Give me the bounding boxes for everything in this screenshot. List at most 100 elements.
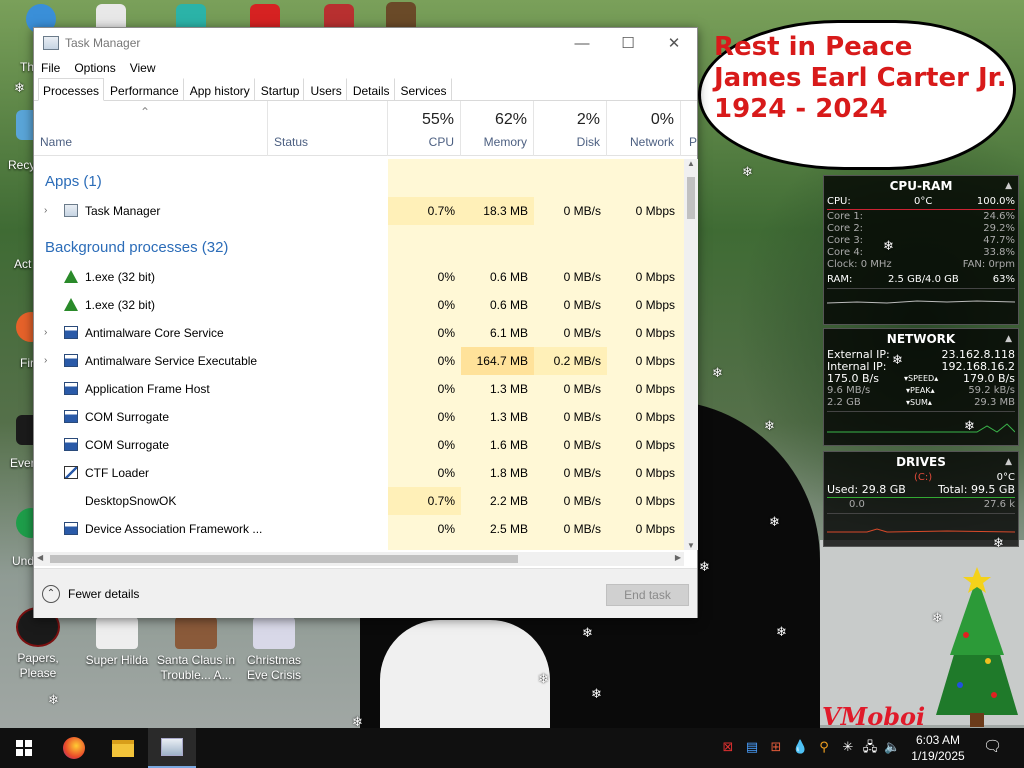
desktop-label-edge-3[interactable]: Act <box>14 257 31 271</box>
network-icon[interactable]: 🖧 <box>862 739 878 755</box>
horizontal-scrollbar[interactable]: ◀ ▶ <box>34 552 684 566</box>
process-row[interactable]: COM Surrogate 0% 1.6 MB 0 MB/s 0 Mbps <box>34 431 684 459</box>
drive-usage-bar <box>827 497 1015 498</box>
process-row[interactable]: CTF Loader 0% 1.8 MB 0 MB/s 0 Mbps <box>34 459 684 487</box>
title-bar[interactable]: Task Manager — ☐ ✕ <box>34 28 697 58</box>
process-row[interactable]: Application Frame Host 0% 1.3 MB 0 MB/s … <box>34 375 684 403</box>
process-row[interactable]: DesktopSnowOK 0.7% 2.2 MB 0 MB/s 0 Mbps <box>34 487 684 515</box>
column-status[interactable]: Status <box>268 101 388 156</box>
tab-performance[interactable]: Performance <box>105 78 184 100</box>
taskbar-file-explorer[interactable] <box>99 728 147 768</box>
service-window-icon <box>64 438 78 451</box>
fewer-details-button[interactable]: ⌃ Fewer details <box>42 585 139 603</box>
desktop-label-edge-1[interactable]: Th <box>20 60 34 74</box>
desktop-icon-papers-please[interactable]: Papers, Please <box>0 607 76 681</box>
tree-app-icon <box>64 298 78 311</box>
task-manager-window: Task Manager — ☐ ✕ File Options View Pro… <box>33 27 698 618</box>
column-cpu[interactable]: 55% CPU <box>388 101 461 156</box>
process-network: 0 Mbps <box>635 410 675 424</box>
process-row[interactable]: 1.exe (32 bit) 0% 0.6 MB 0 MB/s 0 Mbps <box>34 263 684 291</box>
taskbar-task-manager[interactable] <box>148 728 196 768</box>
process-cpu: 0% <box>437 410 455 424</box>
desktop-icon-super-hilda[interactable]: Super Hilda <box>79 617 155 668</box>
tab-processes[interactable]: Processes <box>38 78 105 101</box>
process-name: CTF Loader <box>85 466 150 480</box>
horizontal-scroll-thumb[interactable] <box>50 555 518 563</box>
maximize-button[interactable]: ☐ <box>605 28 651 58</box>
scroll-down-icon[interactable]: ▼ <box>687 541 695 550</box>
tray-monitor-icon[interactable]: ▤ <box>744 739 760 755</box>
volume-icon[interactable]: 🔈 <box>884 739 900 755</box>
tab-details[interactable]: Details <box>348 78 395 100</box>
column-network[interactable]: 0% Network <box>607 101 681 156</box>
start-button[interactable] <box>0 728 48 768</box>
column-disk[interactable]: 2% Disk <box>534 101 607 156</box>
vertical-scroll-thumb[interactable] <box>687 177 695 219</box>
clock-time: 6:03 AM <box>915 733 961 747</box>
process-network: 0 Mbps <box>635 466 675 480</box>
desktop-label-edge-6[interactable]: Und <box>12 554 34 568</box>
tab-startup[interactable]: Startup <box>256 78 305 100</box>
process-name: 1.exe (32 bit) <box>85 298 156 312</box>
end-task-button[interactable]: End task <box>606 584 689 606</box>
collapse-icon[interactable]: ▲ <box>1005 176 1012 196</box>
column-power[interactable]: P <box>681 101 699 156</box>
ctf-loader-icon <box>64 466 78 479</box>
tray-app-icon[interactable]: ⊠ <box>720 739 736 755</box>
menu-file[interactable]: File <box>41 61 60 75</box>
clock[interactable]: 6:03 AM 1/19/2025 <box>906 732 970 764</box>
taskbar-firefox[interactable] <box>50 728 98 768</box>
bubble-line-2: James Earl Carter Jr. <box>714 63 1007 93</box>
desktop-icon-label: Papers, Please <box>17 651 59 680</box>
apps-section-header[interactable]: Apps (1) <box>45 173 102 190</box>
process-network: 0 Mbps <box>635 326 675 340</box>
expand-icon[interactable]: › <box>44 347 47 375</box>
tab-users[interactable]: Users <box>305 78 347 100</box>
snowflake-icon: ❄ <box>538 671 549 686</box>
snowflake-icon: ❄ <box>776 624 787 639</box>
column-name[interactable]: Name <box>34 101 268 156</box>
process-row[interactable]: › Antimalware Core Service 0% 6.1 MB 0 M… <box>34 319 684 347</box>
column-memory[interactable]: 62% Memory <box>461 101 534 156</box>
desktop-label-edge-4[interactable]: Fir <box>20 356 34 370</box>
sum-line: 2.2 GB ▾SUM▴ 29.3 MB <box>827 397 1015 408</box>
scroll-right-icon[interactable]: ▶ <box>675 553 681 562</box>
process-name: Device Association Framework ... <box>85 522 263 536</box>
vertical-scrollbar[interactable]: ▲ ▼ <box>684 159 698 550</box>
process-row[interactable]: Device Association Framework ... 0% 2.5 … <box>34 515 684 543</box>
desktop-icon-christmas-eve-crisis[interactable]: Christmas Eve Crisis <box>235 617 313 683</box>
tab-bar: Processes Performance App history Startu… <box>34 78 697 101</box>
desktop-label-edge-2[interactable]: Recy <box>8 158 35 172</box>
scroll-up-icon[interactable]: ▲ <box>687 159 695 168</box>
tray-network-tool-icon[interactable]: ⊞ <box>768 739 784 755</box>
process-row[interactable]: › Task Manager 0.7% 18.3 MB 0 MB/s 0 Mbp… <box>34 197 684 225</box>
desktop-icon-santa-claus[interactable]: Santa Claus in Trouble... A... <box>156 617 236 683</box>
process-disk: 0 MB/s <box>563 494 601 508</box>
background-section-header[interactable]: Background processes (32) <box>45 239 228 256</box>
scroll-left-icon[interactable]: ◀ <box>37 553 43 562</box>
process-row[interactable]: COM Surrogate 0% 1.3 MB 0 MB/s 0 Mbps <box>34 403 684 431</box>
process-row[interactable]: › Antimalware Service Executable 0% 164.… <box>34 347 684 375</box>
menu-options[interactable]: Options <box>74 61 115 75</box>
tab-services[interactable]: Services <box>396 78 452 100</box>
minimize-button[interactable]: — <box>559 28 605 58</box>
expand-icon[interactable]: › <box>44 197 47 225</box>
expand-icon[interactable]: › <box>44 319 47 347</box>
tray-snow-icon[interactable]: ✳ <box>840 739 856 755</box>
process-name: COM Surrogate <box>85 438 170 452</box>
collapse-icon[interactable]: ▲ <box>1005 452 1012 472</box>
tray-search-icon[interactable]: ⚲ <box>816 739 832 755</box>
collapse-icon[interactable]: ▲ <box>1005 329 1012 349</box>
super-hilda-icon <box>96 617 138 649</box>
process-row[interactable]: 1.exe (32 bit) 0% 0.6 MB 0 MB/s 0 Mbps <box>34 291 684 319</box>
tray-droplet-icon[interactable]: 💧 <box>792 739 808 755</box>
snowflake-icon: ❄ <box>742 164 753 179</box>
tab-app-history[interactable]: App history <box>185 78 255 100</box>
close-button[interactable]: ✕ <box>651 28 697 58</box>
desktop-label-edge-5[interactable]: Ever <box>10 456 35 470</box>
drive-usage-line: Used: 29.8 GB Total: 99.5 GB <box>827 483 1015 496</box>
notification-icon[interactable]: 🗨 <box>983 739 1002 755</box>
menu-view[interactable]: View <box>130 61 156 75</box>
task-manager-icon <box>161 738 183 756</box>
service-window-icon <box>64 522 78 535</box>
